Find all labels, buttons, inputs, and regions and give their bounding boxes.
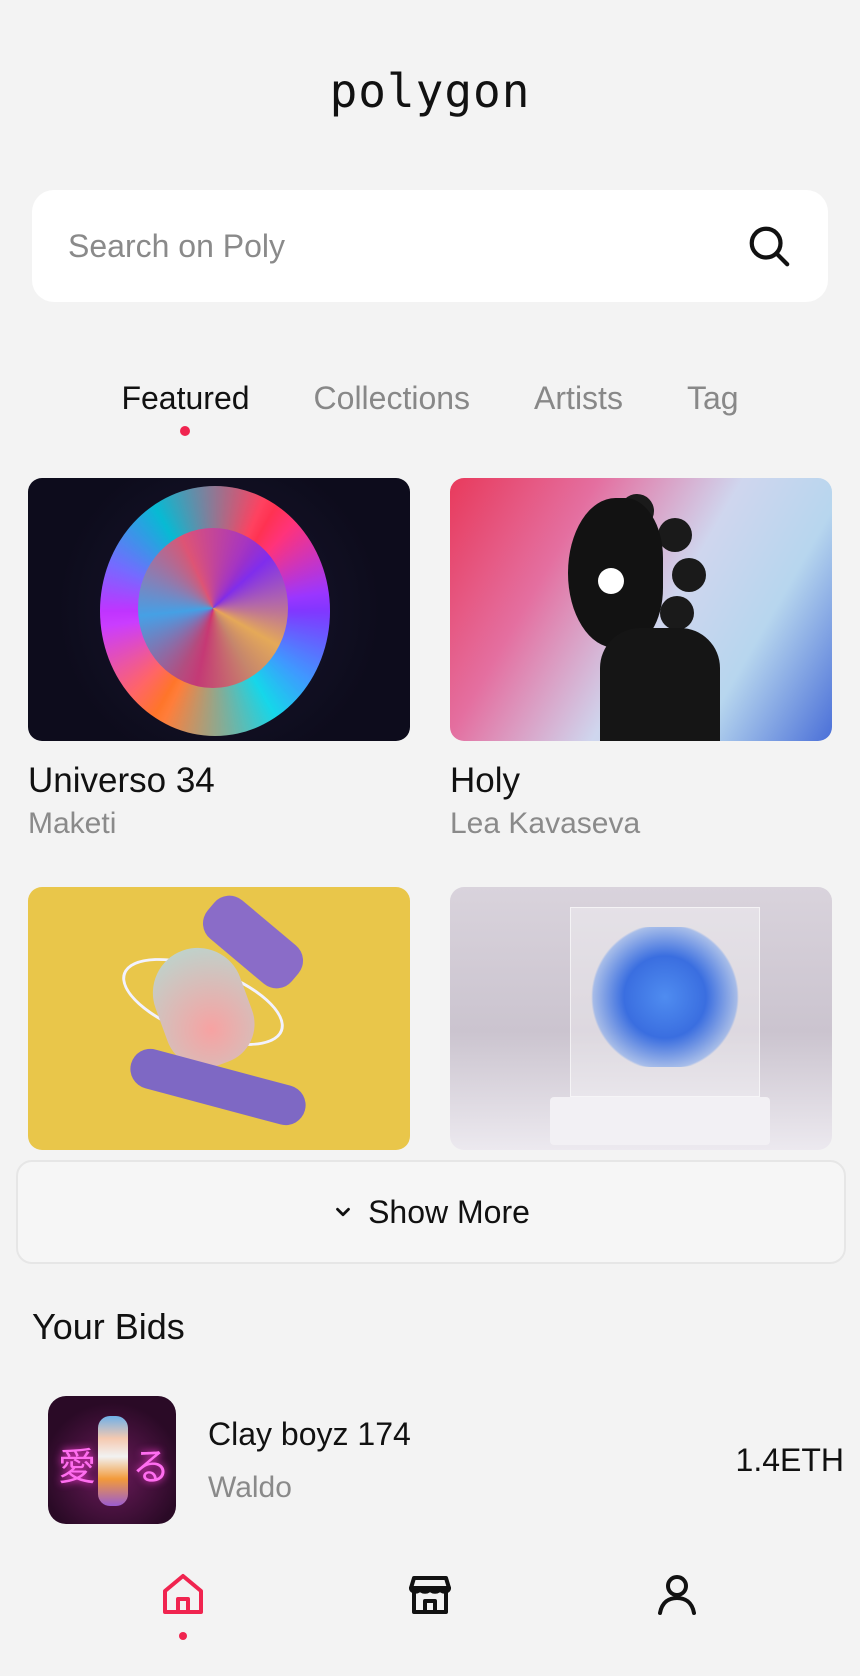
artwork-image[interactable] xyxy=(450,478,832,741)
artwork-image[interactable] xyxy=(450,887,832,1150)
category-tabs: Featured Collections Artists Tag xyxy=(0,380,860,436)
search-bar[interactable] xyxy=(32,190,828,302)
active-nav-indicator xyxy=(179,1632,188,1640)
artwork-artist: Lea Kavaseva xyxy=(450,807,641,840)
bid-item-name: Clay boyz 174 xyxy=(208,1415,411,1452)
tab-label: Tag xyxy=(686,380,739,416)
tab-label: Collections xyxy=(313,380,471,416)
nav-profile[interactable] xyxy=(653,1570,701,1618)
show-more-label: Show More xyxy=(368,1193,530,1230)
home-icon xyxy=(163,1574,204,1614)
show-more-button[interactable]: Show More xyxy=(16,1160,846,1264)
artwork-image[interactable] xyxy=(28,478,410,741)
neon-sign-text: る xyxy=(132,1447,171,1489)
tab-artists[interactable]: Artists xyxy=(534,380,623,417)
tab-label: Featured xyxy=(121,380,250,416)
artwork-card[interactable]: Universo 34 Maketi xyxy=(28,478,410,841)
nav-store[interactable] xyxy=(406,1570,454,1618)
artwork-card[interactable]: Holy Lea Kavaseva xyxy=(450,478,832,841)
artwork-card[interactable] xyxy=(450,887,832,1150)
bid-price: 1.4ETH xyxy=(735,1441,844,1478)
section-title: Your Bids xyxy=(32,1306,185,1347)
bottom-nav xyxy=(0,1570,860,1676)
artwork-title: Holy xyxy=(450,761,521,800)
nav-home[interactable] xyxy=(159,1570,207,1640)
artwork-image[interactable] xyxy=(28,887,410,1150)
bid-item-artist: Waldo xyxy=(208,1470,292,1504)
artwork-artist: Maketi xyxy=(28,807,117,840)
artwork-card[interactable] xyxy=(28,887,410,1150)
tab-label: Artists xyxy=(534,380,623,416)
neon-sign-text: 愛 xyxy=(58,1447,97,1489)
tab-collections[interactable]: Collections xyxy=(314,380,471,417)
search-input[interactable] xyxy=(68,227,746,265)
active-tab-indicator xyxy=(180,426,191,436)
artwork-title: Universo 34 xyxy=(28,761,215,800)
bid-thumbnail: 愛 る xyxy=(48,1396,176,1524)
featured-grid: Universo 34 Maketi Holy Lea Kavaseva xyxy=(28,478,832,1150)
search-icon[interactable] xyxy=(746,223,792,269)
bid-item[interactable]: 愛 る Clay boyz 174 Waldo 1.4ETH xyxy=(48,1396,844,1524)
chevron-down-icon xyxy=(336,1207,350,1217)
tab-tag[interactable]: Tag xyxy=(687,380,739,417)
store-icon xyxy=(408,1576,451,1614)
app-logo: polygon xyxy=(329,64,531,118)
tab-featured[interactable]: Featured xyxy=(121,380,250,436)
profile-icon xyxy=(657,1575,696,1615)
